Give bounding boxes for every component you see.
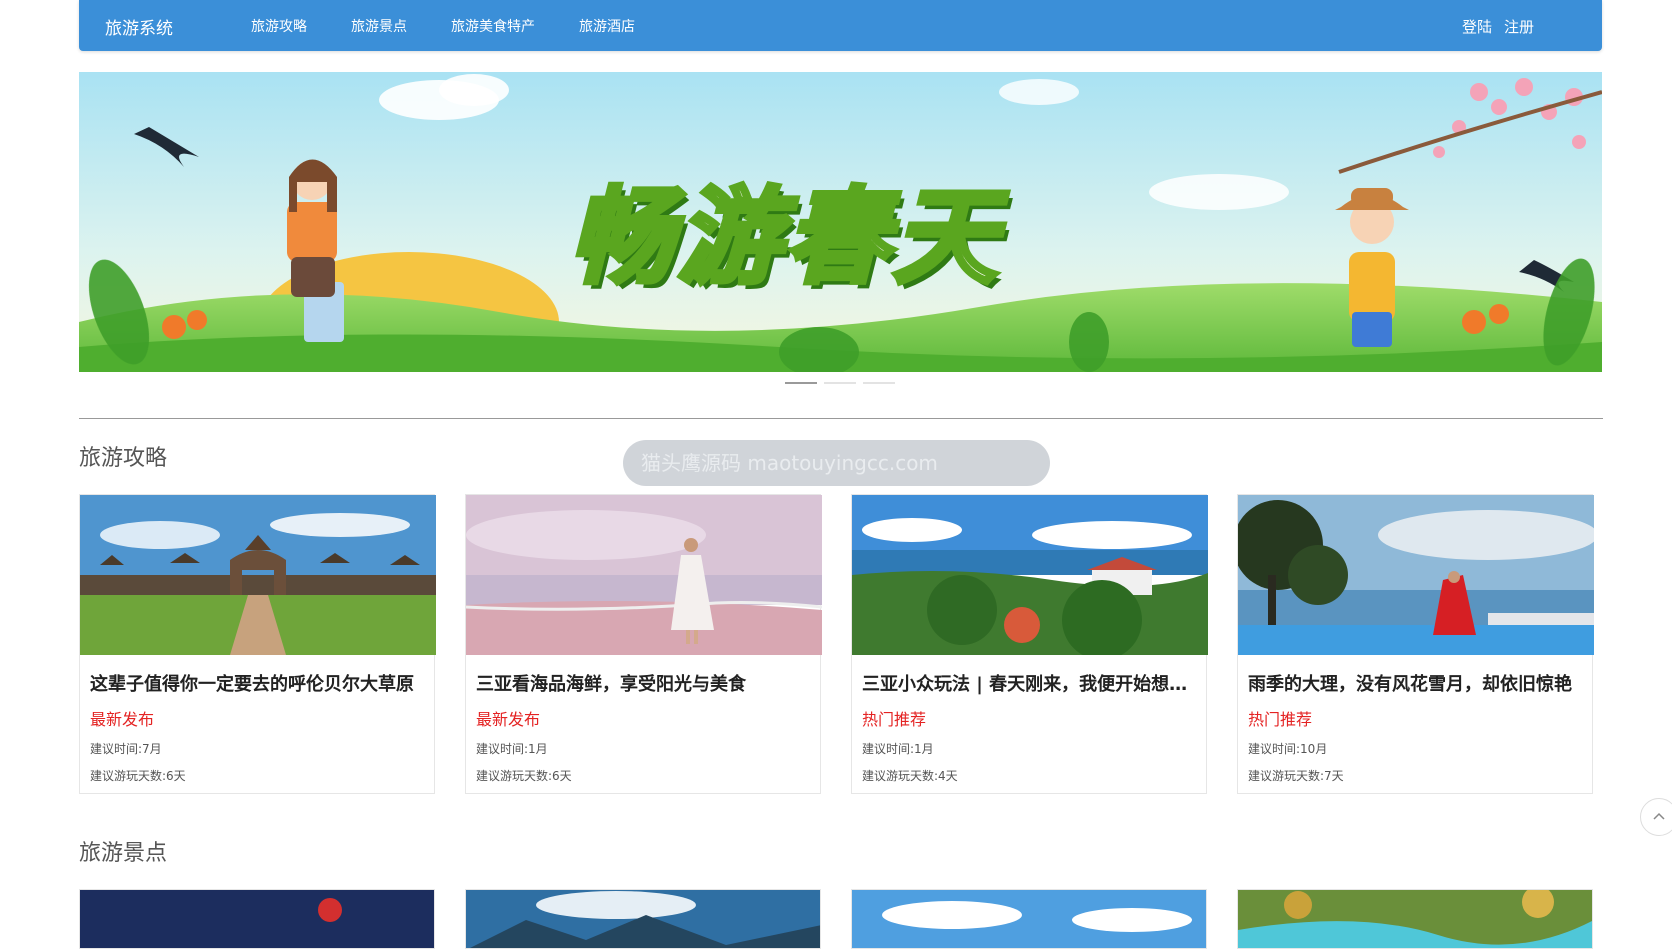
back-to-top-button[interactable] [1640,798,1672,836]
card-suggested-time: 建议时间:1月 [476,742,548,756]
carousel-indicators [785,382,895,384]
spot-card-list [79,889,1593,949]
card-image [80,495,436,655]
nav-link-guides[interactable]: 旅游攻略 [251,16,307,36]
card-suggested-time: 建议时间:7月 [90,742,162,756]
card-tag: 热门推荐 [862,710,927,729]
spot-card[interactable] [851,889,1207,949]
login-link[interactable]: 登陆 [1462,16,1492,37]
spot-card[interactable] [79,889,435,949]
card-tag: 最新发布 [476,710,541,729]
card-suggested-days: 建议游玩天数:6天 [476,769,572,783]
card-image [852,890,1206,948]
card-image [466,890,820,948]
card-image [466,495,822,655]
guide-card[interactable]: 三亚看海品海鲜，享受阳光与美食 最新发布 建议时间:1月 建议游玩天数:6天 [465,494,822,794]
spot-card[interactable] [465,889,821,949]
nav-links: 旅游攻略 旅游景点 旅游美食特产 旅游酒店 [251,0,679,51]
nav-link-hotels[interactable]: 旅游酒店 [579,16,635,36]
section-divider [79,418,1603,419]
carousel-indicator-3[interactable] [863,382,895,384]
brand-logo[interactable]: 旅游系统 [105,14,173,39]
card-tag: 最新发布 [90,710,155,729]
carousel-indicator-2[interactable] [824,382,856,384]
nav-link-spots[interactable]: 旅游景点 [351,16,407,36]
carousel-indicator-1[interactable] [785,382,817,384]
guide-card[interactable]: 三亚小众玩法 | 春天刚来，我便开始想念海了 热门推荐 建议时间:1月 建议游玩… [851,494,1208,794]
card-suggested-days: 建议游玩天数:7天 [1248,769,1344,783]
card-title: 这辈子值得你一定要去的呼伦贝尔大草原 [90,674,414,695]
card-title: 雨季的大理，没有风花雪月，却依旧惊艳 [1248,674,1572,695]
chevron-up-icon [1653,812,1665,820]
card-suggested-days: 建议游玩天数:4天 [862,769,958,783]
card-image [80,890,434,948]
guide-card[interactable]: 这辈子值得你一定要去的呼伦贝尔大草原 最新发布 建议时间:7月 建议游玩天数:6… [79,494,436,794]
section-title-guides: 旅游攻略 [79,446,168,471]
card-suggested-time: 建议时间:10月 [1248,742,1328,756]
hero-banner[interactable]: 畅游春天 [79,72,1602,372]
card-title: 三亚看海品海鲜，享受阳光与美食 [476,674,746,695]
section-title-spots: 旅游景点 [79,841,168,866]
guide-card-list: 这辈子值得你一定要去的呼伦贝尔大草原 最新发布 建议时间:7月 建议游玩天数:6… [79,494,1594,794]
auth-links: 登陆 注册 [1462,16,1534,37]
banner-headline: 畅游春天 [566,174,1002,301]
card-suggested-days: 建议游玩天数:6天 [90,769,186,783]
card-image [852,495,1208,655]
card-image [1238,890,1592,948]
nav-link-food[interactable]: 旅游美食特产 [451,16,535,36]
card-title: 三亚小众玩法 | 春天刚来，我便开始想念海了 [862,674,1196,695]
watermark: 猫头鹰源码 maotouyingcc.com [623,440,1050,486]
spot-card[interactable] [1237,889,1593,949]
card-image [1238,495,1594,655]
top-navbar: 旅游系统 旅游攻略 旅游景点 旅游美食特产 旅游酒店 登陆 注册 [79,0,1602,51]
register-link[interactable]: 注册 [1504,16,1534,37]
card-tag: 热门推荐 [1248,710,1313,729]
card-suggested-time: 建议时间:1月 [862,742,934,756]
guide-card[interactable]: 雨季的大理，没有风花雪月，却依旧惊艳 热门推荐 建议时间:10月 建议游玩天数:… [1237,494,1594,794]
